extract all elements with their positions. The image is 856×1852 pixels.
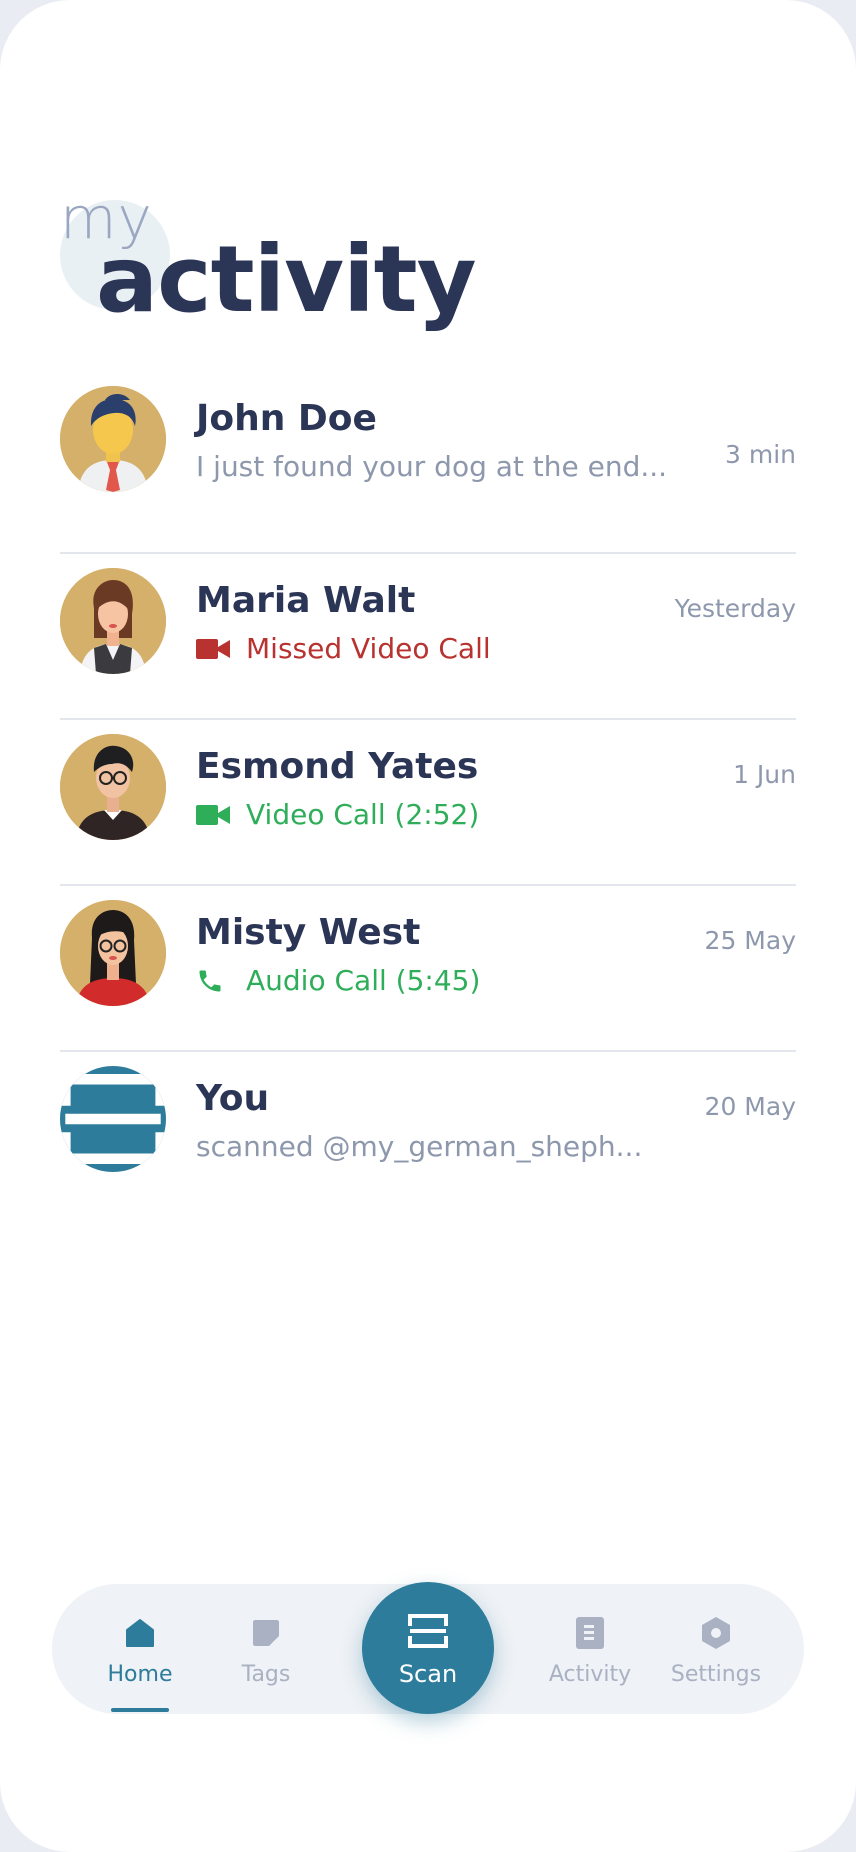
nav-tags-label: Tags xyxy=(241,1662,291,1687)
activity-list: John Doe I just found your dog at the en… xyxy=(60,386,796,1216)
message-text: I just found your dog at the end... xyxy=(196,450,668,483)
scan-button[interactable]: Scan xyxy=(362,1582,494,1714)
activity-item-john-doe[interactable]: John Doe I just found your dog at the en… xyxy=(60,386,796,552)
call-status: Missed Video Call xyxy=(196,632,491,665)
nav-tags[interactable]: Tags xyxy=(206,1614,326,1687)
phone-screen: my activity John Doe I just found your d… xyxy=(0,0,856,1852)
page-header: my activity xyxy=(60,184,580,360)
gear-icon xyxy=(656,1614,776,1652)
call-status: Audio Call (5:45) xyxy=(196,964,480,997)
scan-text: scanned @my_german_sheph... xyxy=(196,1130,643,1163)
call-status-text: Audio Call (5:45) xyxy=(246,964,481,997)
message-preview: I just found your dog at the end... xyxy=(196,450,667,483)
scan-icon xyxy=(60,1073,166,1165)
woman-glasses-avatar xyxy=(60,900,166,1006)
timestamp: 3 min xyxy=(725,440,796,469)
avatar xyxy=(60,386,166,492)
document-icon xyxy=(530,1614,650,1652)
avatar xyxy=(60,568,166,674)
scan-icon xyxy=(408,1614,448,1654)
nav-home[interactable]: Home xyxy=(80,1614,200,1687)
tag-icon xyxy=(206,1614,326,1652)
contact-name: You xyxy=(196,1078,270,1119)
man-tie-avatar xyxy=(60,386,166,492)
activity-item-you[interactable]: You scanned @my_german_sheph... 20 May xyxy=(60,1050,796,1216)
call-status-text: Missed Video Call xyxy=(246,632,491,665)
activity-item-misty-west[interactable]: Misty West Audio Call (5:45) 25 May xyxy=(60,884,796,1050)
timestamp: 25 May xyxy=(704,926,796,955)
man-glasses-avatar xyxy=(60,734,166,840)
home-icon xyxy=(80,1614,200,1652)
video-camera-icon xyxy=(196,801,232,829)
page-title: activity xyxy=(96,226,477,333)
contact-name: John Doe xyxy=(196,398,377,439)
active-tab-indicator xyxy=(111,1708,169,1712)
timestamp: Yesterday xyxy=(674,594,796,623)
video-camera-icon xyxy=(196,635,232,663)
scan-button-label: Scan xyxy=(398,1660,458,1688)
woman-vest-avatar xyxy=(60,568,166,674)
avatar xyxy=(60,734,166,840)
nav-home-label: Home xyxy=(107,1662,173,1687)
timestamp: 20 May xyxy=(704,1092,796,1121)
contact-name: Esmond Yates xyxy=(196,746,479,787)
activity-item-esmond-yates[interactable]: Esmond Yates Video Call (2:52) 1 Jun xyxy=(60,718,796,884)
contact-name: Misty West xyxy=(196,912,421,953)
activity-item-maria-walt[interactable]: Maria Walt Missed Video Call Yesterday xyxy=(60,552,796,718)
nav-activity[interactable]: Activity xyxy=(530,1614,650,1687)
nav-settings-label: Settings xyxy=(670,1662,762,1687)
scan-description: scanned @my_german_sheph... xyxy=(196,1130,642,1163)
avatar xyxy=(60,1066,166,1172)
call-status: Video Call (2:52) xyxy=(196,798,479,831)
timestamp: 1 Jun xyxy=(733,760,796,789)
nav-activity-label: Activity xyxy=(548,1662,632,1687)
nav-settings[interactable]: Settings xyxy=(656,1614,776,1687)
bottom-navigation: Home Tags Scan Activity Settings xyxy=(52,1582,804,1714)
call-status-text: Video Call (2:52) xyxy=(246,798,480,831)
contact-name: Maria Walt xyxy=(196,580,416,621)
phone-icon xyxy=(196,967,232,995)
avatar xyxy=(60,900,166,1006)
